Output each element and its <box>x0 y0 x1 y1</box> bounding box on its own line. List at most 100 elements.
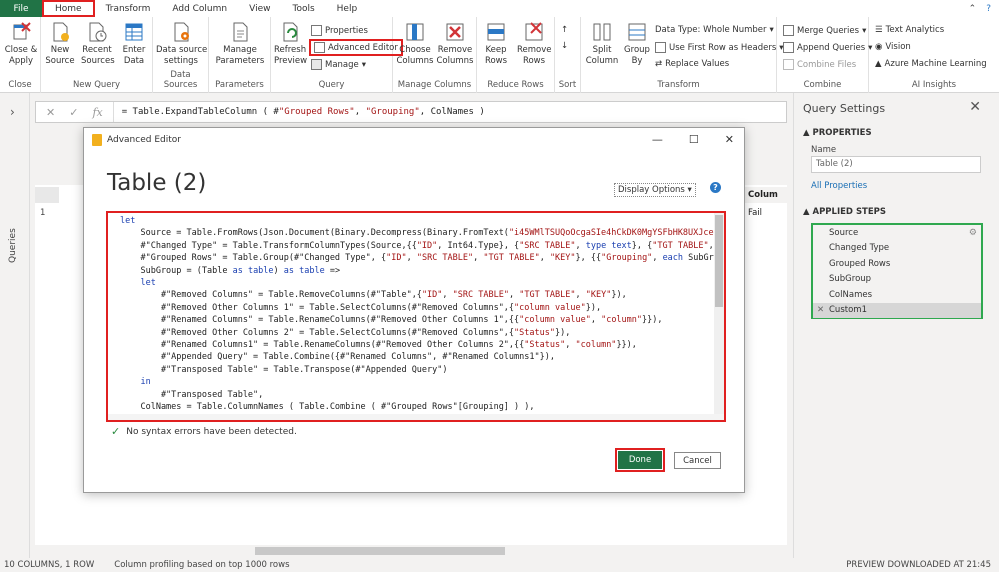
tab-home[interactable]: Home <box>42 0 95 17</box>
code-content[interactable]: let Source = Table.FromRows(Json.Documen… <box>108 213 724 420</box>
combine-files-button[interactable]: Combine Files <box>783 59 856 70</box>
applied-steps-header: ▲ APPLIED STEPS <box>803 207 887 217</box>
chevron-down-icon: ▾ <box>769 25 774 35</box>
fx-icon[interactable]: fx <box>92 106 102 119</box>
grid-cell[interactable]: Fail <box>748 208 762 218</box>
minimize-icon[interactable]: — <box>652 133 663 146</box>
all-properties-link[interactable]: All Properties <box>811 181 867 191</box>
close-icon[interactable]: ✕ <box>969 99 981 115</box>
code-line[interactable]: let <box>120 215 724 227</box>
sort-descending-button[interactable]: ↓ <box>561 41 568 51</box>
refresh-icon <box>283 22 298 42</box>
code-token: "column" <box>601 315 643 326</box>
status-profiling[interactable]: Column profiling based on top 1000 rows <box>114 560 289 570</box>
group-by-button[interactable]: Group By <box>623 21 651 67</box>
azure-ml-icon: ▲ <box>875 59 882 69</box>
code-line[interactable]: ColNames = Table.ColumnNames ( Table.Com… <box>120 401 724 413</box>
done-button[interactable]: Done <box>615 448 665 472</box>
new-source-button[interactable]: New Source <box>45 21 75 67</box>
refresh-preview-button[interactable]: Refresh Preview <box>274 21 307 67</box>
code-token: "column value" <box>514 302 586 313</box>
code-token: "TGT TABLE" <box>483 253 540 264</box>
step-colnames[interactable]: ColNames <box>813 287 981 303</box>
properties-button[interactable]: Properties <box>311 25 368 36</box>
close-apply-button[interactable]: Close & Apply <box>4 21 38 67</box>
replace-values-button[interactable]: ⇄ Replace Values <box>655 59 729 69</box>
collapse-ribbon-icon[interactable]: ⌃ <box>969 4 977 14</box>
data-source-settings-button[interactable]: Data source settings <box>156 21 207 67</box>
code-line[interactable]: #"Grouped Rows" = Table.Group(#"Changed … <box>120 252 724 264</box>
code-token: , <box>565 340 576 351</box>
split-column-button[interactable]: Split Column <box>585 21 619 67</box>
code-token: #"Changed Type" = Table.TransformColumnT… <box>120 240 417 251</box>
code-line[interactable]: #"Renamed Columns1" = Table.RenameColumn… <box>120 339 724 351</box>
gear-icon[interactable]: ⚙ <box>969 228 977 238</box>
step-changed-type[interactable]: Changed Type <box>813 241 981 257</box>
code-line[interactable]: #"Appended Query" = Table.Combine({#"Ren… <box>120 351 724 363</box>
scrollbar-thumb[interactable] <box>715 215 723 307</box>
manage-button[interactable]: Manage ▾ <box>311 59 366 70</box>
cancel-button[interactable]: Cancel <box>674 452 721 469</box>
choose-columns-button[interactable]: Choose Columns <box>396 21 434 67</box>
editor-horizontal-scrollbar[interactable] <box>108 414 724 420</box>
code-line[interactable]: #"Removed Other Columns 2" = Table.Selec… <box>120 327 724 339</box>
manage-parameters-button[interactable]: Manage Parameters <box>213 21 267 67</box>
vision-button[interactable]: ◉ Vision <box>875 42 911 52</box>
maximize-icon[interactable]: ☐ <box>689 133 699 146</box>
tab-add-column[interactable]: Add Column <box>161 0 238 17</box>
code-line[interactable]: #"Changed Type" = Table.TransformColumnT… <box>120 240 724 252</box>
code-line[interactable]: #"Removed Columns" = Table.RemoveColumns… <box>120 289 724 301</box>
data-type-dropdown[interactable]: Data Type: Whole Number ▾ <box>655 25 774 35</box>
recent-sources-button[interactable]: Recent Sources <box>81 21 115 67</box>
tab-view[interactable]: View <box>238 0 281 17</box>
grid-corner[interactable] <box>35 187 59 203</box>
code-line[interactable]: #"Transposed Table", <box>120 389 724 401</box>
code-line[interactable]: Source = Table.FromRows(Json.Document(Bi… <box>120 227 724 239</box>
dialog-titlebar[interactable]: Advanced Editor <box>84 128 744 152</box>
delete-step-icon[interactable]: ✕ <box>817 305 824 315</box>
tab-tools[interactable]: Tools <box>281 0 325 17</box>
enter-data-button[interactable]: Enter Data <box>119 21 149 67</box>
scrollbar-thumb[interactable] <box>255 547 505 555</box>
cancel-formula-icon[interactable]: ✕ <box>46 106 55 119</box>
advanced-editor-button[interactable]: Advanced Editor <box>309 39 403 56</box>
merge-queries-button[interactable]: Merge Queries ▾ <box>783 25 866 36</box>
code-line[interactable]: SubGroup = (Table as table) as table => <box>120 265 724 277</box>
step-subgroup[interactable]: SubGroup <box>813 272 981 288</box>
use-first-row-button[interactable]: Use First Row as Headers ▾ <box>655 42 784 53</box>
code-editor[interactable]: let Source = Table.FromRows(Json.Documen… <box>106 211 726 422</box>
manage-label: Manage <box>325 59 359 70</box>
step-source[interactable]: Source ⚙ <box>813 225 981 241</box>
display-options-dropdown[interactable]: Display Options ▾ <box>614 183 696 197</box>
azure-ml-button[interactable]: ▲ Azure Machine Learning <box>875 59 987 69</box>
column-header[interactable]: Colum <box>745 187 790 203</box>
commit-formula-icon[interactable]: ✓ <box>69 106 78 119</box>
tab-help[interactable]: Help <box>326 0 369 17</box>
step-grouped-rows[interactable]: Grouped Rows <box>813 256 981 272</box>
help-icon[interactable]: ? <box>710 182 721 193</box>
expand-queries-icon[interactable]: › <box>10 105 15 119</box>
remove-rows-button[interactable]: Remove Rows <box>517 21 552 67</box>
editor-vertical-scrollbar[interactable] <box>714 213 724 420</box>
text-analytics-button[interactable]: ☰ Text Analytics <box>875 25 944 35</box>
formula-input[interactable]: = Table.ExpandTableColumn ( #"Grouped Ro… <box>114 107 485 117</box>
help-icon[interactable]: ? <box>986 4 991 14</box>
query-name-input[interactable]: Table (2) <box>811 156 981 173</box>
code-line[interactable]: in <box>120 376 724 388</box>
code-line[interactable]: #"Removed Other Columns 1" = Table.Selec… <box>120 302 724 314</box>
code-token: #"Grouped Rows" = Table.Group(#"Changed … <box>120 253 387 264</box>
code-line[interactable]: #"Transposed Table" = Table.Transpose(#"… <box>120 364 724 376</box>
keep-rows-button[interactable]: Keep Rows <box>481 21 511 67</box>
code-line[interactable]: #"Renamed Columns" = Table.RenameColumns… <box>120 314 724 326</box>
properties-icon <box>311 25 322 36</box>
horizontal-scrollbar[interactable] <box>35 546 787 556</box>
menu-file[interactable]: File <box>0 0 42 17</box>
close-icon[interactable]: ✕ <box>725 133 734 146</box>
code-line[interactable]: let <box>120 277 724 289</box>
remove-columns-button[interactable]: Remove Columns <box>436 21 474 67</box>
append-queries-button[interactable]: Append Queries ▾ <box>783 42 872 53</box>
sort-ascending-button[interactable]: ↑ <box>561 25 568 35</box>
step-custom1[interactable]: ✕ Custom1 <box>813 302 981 318</box>
code-token: }, {{ <box>575 253 602 264</box>
tab-transform[interactable]: Transform <box>95 0 162 17</box>
